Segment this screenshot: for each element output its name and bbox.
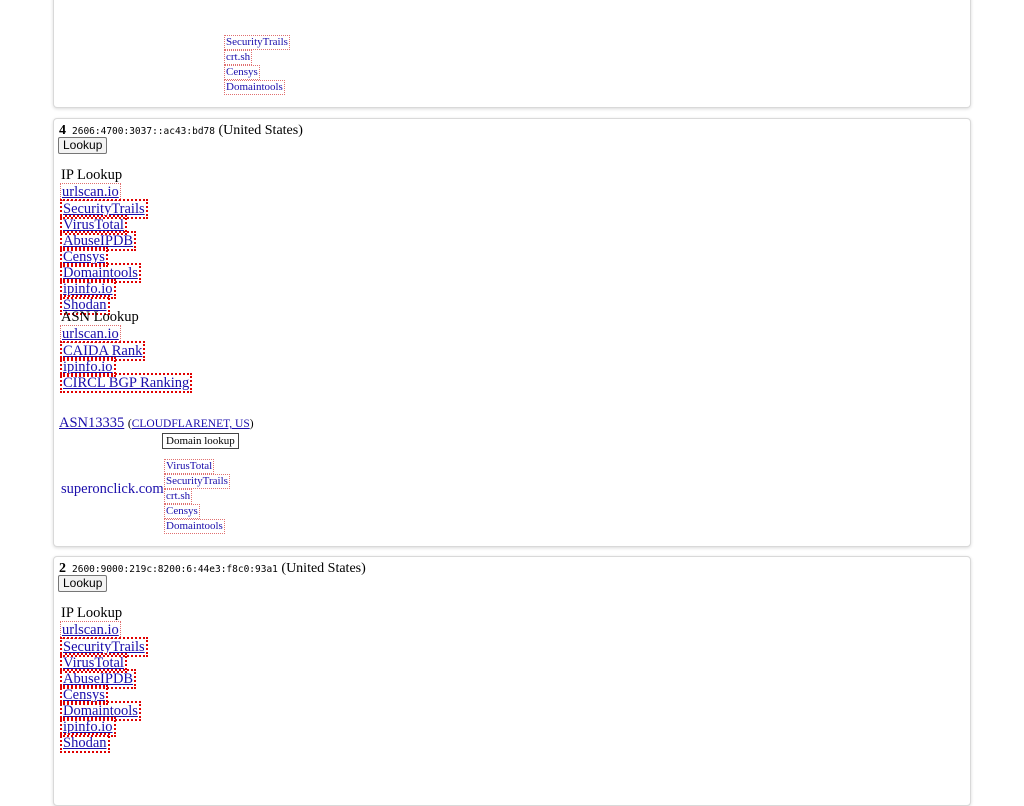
- domain-link-crtsh[interactable]: crt.sh: [224, 50, 253, 65]
- ip-lookup-heading: IP Lookup: [61, 167, 123, 183]
- result-card: 2 2600:9000:219c:8200:6:44e3:f8c0:93a1 (U…: [53, 556, 971, 806]
- domain-link-virustotal[interactable]: VirusTotal: [164, 459, 215, 474]
- domain-link-censys[interactable]: Censys: [224, 65, 260, 80]
- domain-link-securitytrails[interactable]: SecurityTrails: [224, 35, 290, 50]
- ip-address: 2600:9000:219c:8200:6:44e3:f8c0:93a1: [72, 564, 278, 575]
- asn-org-link[interactable]: CLOUDFLARENET, US: [132, 418, 250, 430]
- result-rank: 2: [59, 561, 66, 576]
- result-card: 4 2606:4700:3037::ac43:bd78 (United State…: [53, 118, 971, 547]
- asn-link[interactable]: ASN13335: [59, 415, 124, 431]
- asn-line: ASN13335 (CLOUDFLARENET, US): [59, 415, 254, 431]
- asn-link-circl-bgp[interactable]: CIRCL BGP Ranking: [60, 373, 193, 393]
- domain-link-securitytrails[interactable]: SecurityTrails: [164, 474, 230, 489]
- ip-country: (United States): [281, 561, 366, 576]
- domain-name: superonclick.com: [61, 481, 164, 497]
- ip-address: 2606:4700:3037::ac43:bd78: [72, 126, 215, 137]
- result-rank: 4: [59, 123, 66, 138]
- asn-lookup-heading: ASN Lookup: [61, 309, 139, 325]
- domain-link-censys[interactable]: Censys: [164, 504, 200, 519]
- domain-link-crtsh[interactable]: crt.sh: [164, 489, 193, 504]
- ip-country: (United States): [218, 123, 303, 138]
- domain-link-domaintools[interactable]: Domaintools: [224, 80, 285, 95]
- lookup-button[interactable]: Lookup: [58, 575, 108, 592]
- domain-lookup-button[interactable]: Domain lookup: [162, 433, 239, 449]
- domain-link-domaintools[interactable]: Domaintools: [164, 519, 225, 534]
- result-card-partial: SecurityTrails crt.sh Censys Domaintools: [53, 0, 971, 108]
- ip-link-shodan[interactable]: Shodan: [60, 733, 110, 753]
- ip-lookup-heading: IP Lookup: [61, 605, 123, 621]
- lookup-button[interactable]: Lookup: [58, 137, 108, 154]
